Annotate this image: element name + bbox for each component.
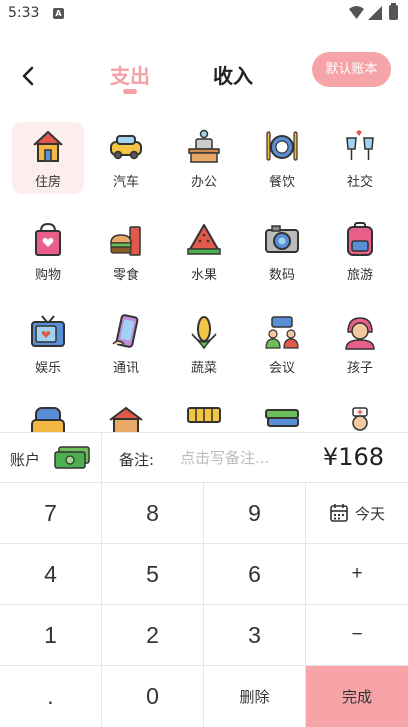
category-label: 餐饮	[268, 175, 295, 190]
account-label[interactable]: 账户	[10, 449, 40, 470]
category-item-children[interactable]: 孩子	[324, 308, 396, 380]
account-memo-bar: 账户 备注: ¥168	[0, 432, 408, 483]
books-icon[interactable]	[264, 406, 300, 432]
memo-input[interactable]	[180, 445, 300, 471]
category-label: 水果	[190, 268, 217, 283]
tab-expense[interactable]: 支出	[110, 60, 150, 89]
key-9[interactable]: 9	[204, 483, 306, 544]
category-row-partial	[0, 400, 408, 432]
divider	[101, 433, 102, 483]
category-label: 社交	[346, 175, 373, 190]
delete-button[interactable]: 删除	[204, 666, 306, 727]
category-label: 娱乐	[34, 361, 61, 376]
notification-icon: A	[53, 8, 64, 19]
key-5[interactable]: 5	[102, 544, 204, 605]
phone-icon	[112, 314, 139, 348]
category-label: 住房	[34, 175, 61, 190]
category-item-fruit[interactable]: 水果	[168, 215, 240, 287]
done-button[interactable]: 完成	[306, 666, 408, 727]
category-label: 汽车	[112, 175, 139, 190]
category-label: 购物	[34, 268, 61, 283]
category-item-office[interactable]: 办公	[168, 122, 240, 194]
amount-display: ¥168	[322, 443, 384, 471]
camera-icon	[265, 225, 299, 253]
tab-income[interactable]: 收入	[213, 60, 253, 89]
key-2[interactable]: 2	[102, 605, 204, 666]
category-label: 会议	[268, 361, 295, 376]
key-0[interactable]: 0	[102, 666, 204, 727]
shop-awning-icon[interactable]	[186, 406, 222, 432]
category-item-digital[interactable]: 数码	[246, 215, 318, 287]
category-item-social[interactable]: 社交	[324, 122, 396, 194]
category-item-entertainment[interactable]: 娱乐	[12, 308, 84, 380]
key-minus[interactable]: −	[306, 605, 408, 666]
category-item-dining[interactable]: 餐饮	[246, 122, 318, 194]
sofa-icon[interactable]	[30, 406, 66, 432]
watermelon-icon	[187, 224, 221, 255]
tab-active-indicator	[123, 89, 137, 94]
home-store-icon[interactable]	[108, 406, 144, 432]
category-item-car[interactable]: 汽车	[90, 122, 162, 194]
calendar-icon	[330, 504, 348, 522]
key-8[interactable]: 8	[102, 483, 204, 544]
today-date-button[interactable]: 今天	[306, 483, 408, 544]
key-6[interactable]: 6	[204, 544, 306, 605]
category-item-shopping[interactable]: 购物	[12, 215, 84, 287]
category-item-vegetables[interactable]: 蔬菜	[168, 308, 240, 380]
cash-icon[interactable]	[53, 446, 91, 470]
house-icon	[33, 131, 63, 162]
today-label: 今天	[354, 504, 385, 523]
status-time: 5:33	[8, 5, 40, 21]
category-label: 办公	[190, 175, 217, 190]
memo-label: 备注:	[119, 451, 155, 469]
child-icon	[345, 317, 375, 350]
battery-icon	[389, 3, 398, 20]
corn-icon	[191, 316, 217, 350]
shopping-bag-icon	[35, 222, 61, 256]
car-icon	[110, 135, 142, 160]
key-plus[interactable]: +	[306, 544, 408, 605]
meeting-people-icon	[265, 316, 299, 349]
key-7[interactable]: 7	[0, 483, 102, 544]
category-label: 数码	[268, 268, 295, 283]
category-item-communication[interactable]: 通讯	[90, 308, 162, 380]
backpack-icon	[347, 222, 373, 256]
category-label: 旅游	[346, 268, 373, 283]
status-bar: 5:33 A	[0, 0, 408, 28]
nurse-icon[interactable]	[342, 406, 378, 432]
key-dot[interactable]: .	[0, 666, 102, 727]
category-label: 孩子	[346, 361, 373, 376]
signal-icon	[368, 6, 382, 20]
back-arrow-icon[interactable]	[17, 64, 41, 88]
key-4[interactable]: 4	[0, 544, 102, 605]
tv-icon	[31, 315, 65, 347]
key-1[interactable]: 1	[0, 605, 102, 666]
champagne-glasses-icon	[346, 130, 374, 160]
category-item-snacks[interactable]: 零食	[90, 215, 162, 287]
category-item-housing[interactable]: 住房	[12, 122, 84, 194]
key-3[interactable]: 3	[204, 605, 306, 666]
category-item-travel[interactable]: 旅游	[324, 215, 396, 287]
wifi-icon	[349, 6, 364, 19]
category-label: 通讯	[112, 361, 139, 376]
category-label: 蔬菜	[190, 361, 217, 376]
category-label: 零食	[112, 268, 139, 283]
category-item-meeting[interactable]: 会议	[246, 308, 318, 380]
dining-plate-icon	[266, 131, 298, 161]
office-desk-icon	[188, 129, 220, 163]
burger-drink-icon	[110, 226, 141, 256]
default-book-button[interactable]: 默认账本	[312, 52, 391, 87]
